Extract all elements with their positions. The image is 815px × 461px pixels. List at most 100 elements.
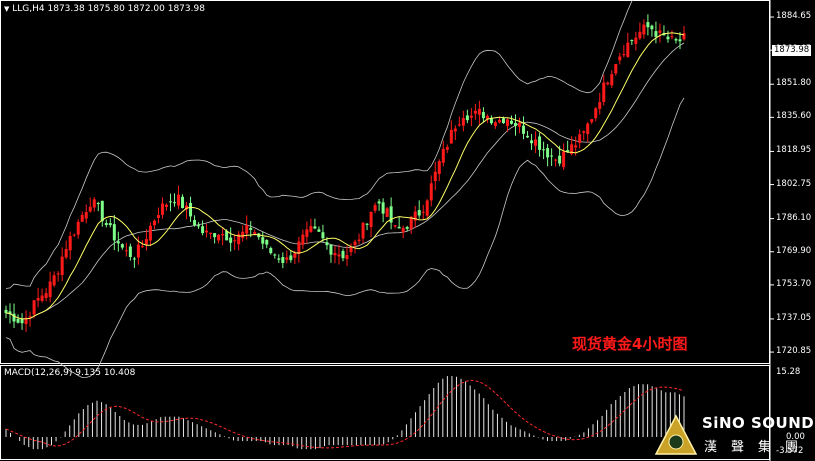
candle-body	[457, 124, 461, 126]
candle-body	[530, 140, 534, 144]
candle-body	[357, 239, 361, 241]
candle-body	[429, 183, 433, 201]
candle-body	[177, 194, 181, 206]
candle-body	[140, 246, 144, 248]
candle-body	[301, 234, 305, 245]
candle-body	[164, 204, 168, 207]
candle-body	[614, 63, 618, 74]
candle-body	[156, 215, 160, 218]
candle-body	[20, 318, 24, 324]
candle-body	[108, 223, 112, 226]
candle-body	[538, 136, 542, 150]
candle-body	[598, 102, 602, 109]
candle-body	[181, 196, 185, 208]
candle-body	[361, 222, 365, 239]
sinosound-logo: SiNO SOUND 漢聲集團	[652, 412, 815, 461]
candle-body	[213, 233, 217, 238]
symbol-label: LLG,H4	[12, 4, 45, 14]
candle-body	[670, 36, 674, 38]
candle-body	[80, 214, 84, 222]
candle-body	[602, 82, 606, 102]
macd-label: MACD(12,26,9) 9.135 10.408	[4, 368, 136, 378]
candle-body	[289, 255, 293, 261]
candle-body	[666, 36, 670, 40]
candle-body	[217, 234, 221, 241]
candle-body	[337, 254, 341, 257]
price-tick-label: 1851.80	[776, 78, 812, 89]
candle-body	[341, 250, 345, 259]
chart-header: ▼ LLG,H4 1873.38 1875.80 1872.00 1873.98	[4, 4, 205, 14]
candle-body	[84, 212, 88, 219]
candle-body	[433, 171, 437, 182]
current-price-tag: 1873.98	[772, 45, 812, 56]
candle-body	[205, 230, 209, 233]
candle-body	[68, 235, 72, 251]
candle-body	[658, 30, 662, 33]
candle-body	[369, 211, 373, 227]
candle-body	[618, 56, 622, 61]
candle-body	[265, 240, 269, 245]
candle-body	[461, 118, 465, 126]
price-tick-label: 1802.75	[776, 178, 812, 189]
dropdown-icon[interactable]: ▼	[4, 5, 9, 13]
candle-body	[425, 200, 429, 216]
candle-body	[445, 147, 449, 150]
candle-body	[574, 145, 578, 148]
candle-body	[505, 119, 509, 126]
candle-body	[349, 247, 353, 252]
candle-body	[514, 122, 518, 126]
candle-body	[594, 108, 598, 119]
candle-body	[148, 225, 152, 241]
candle-body	[297, 241, 301, 254]
candle-body	[281, 257, 285, 263]
macd-histogram	[5, 376, 685, 450]
candle-body	[562, 151, 566, 168]
candle-body	[518, 122, 522, 127]
candle-body	[12, 313, 16, 322]
candle-body	[4, 309, 8, 314]
candle-body	[273, 254, 277, 256]
candle-body	[642, 24, 646, 35]
candle-body	[132, 258, 136, 260]
candle-body	[417, 210, 421, 216]
candle-body	[305, 229, 309, 237]
candle-body	[590, 119, 594, 123]
candle-body	[509, 120, 513, 124]
candle-body	[477, 108, 481, 115]
price-chart[interactable]	[0, 0, 815, 461]
candle-body	[209, 232, 213, 234]
candle-body	[168, 201, 172, 203]
candle-body	[554, 159, 558, 161]
candle-body	[197, 225, 201, 227]
bollinger-bands	[5, 0, 685, 379]
candle-body	[124, 250, 128, 252]
candle-body	[64, 249, 68, 258]
price-tick-label: 1884.65	[776, 11, 812, 22]
candle-body	[365, 223, 369, 225]
candle-body	[441, 148, 445, 163]
candle-body	[469, 115, 473, 118]
candle-body	[241, 231, 245, 238]
moving-average-line	[5, 32, 685, 320]
candle-body	[421, 211, 425, 213]
price-tick-label: 1786.10	[776, 212, 812, 223]
logo-emblem-icon	[654, 414, 698, 455]
candle-body	[345, 255, 349, 260]
candle-body	[233, 240, 237, 242]
candle-body	[393, 225, 397, 227]
candle-body	[373, 205, 377, 211]
candle-body	[638, 31, 642, 39]
candle-body	[152, 220, 156, 226]
candle-body	[522, 125, 526, 134]
candle-body	[160, 203, 164, 215]
candle-body	[405, 227, 409, 229]
candle-body	[60, 256, 64, 276]
candle-body	[481, 111, 485, 119]
candle-body	[385, 208, 389, 217]
candle-body	[261, 237, 265, 244]
candle-body	[201, 226, 205, 234]
candle-body	[578, 134, 582, 143]
candle-body	[72, 234, 76, 236]
macd-signal-line	[5, 379, 685, 449]
candle-body	[353, 241, 357, 246]
